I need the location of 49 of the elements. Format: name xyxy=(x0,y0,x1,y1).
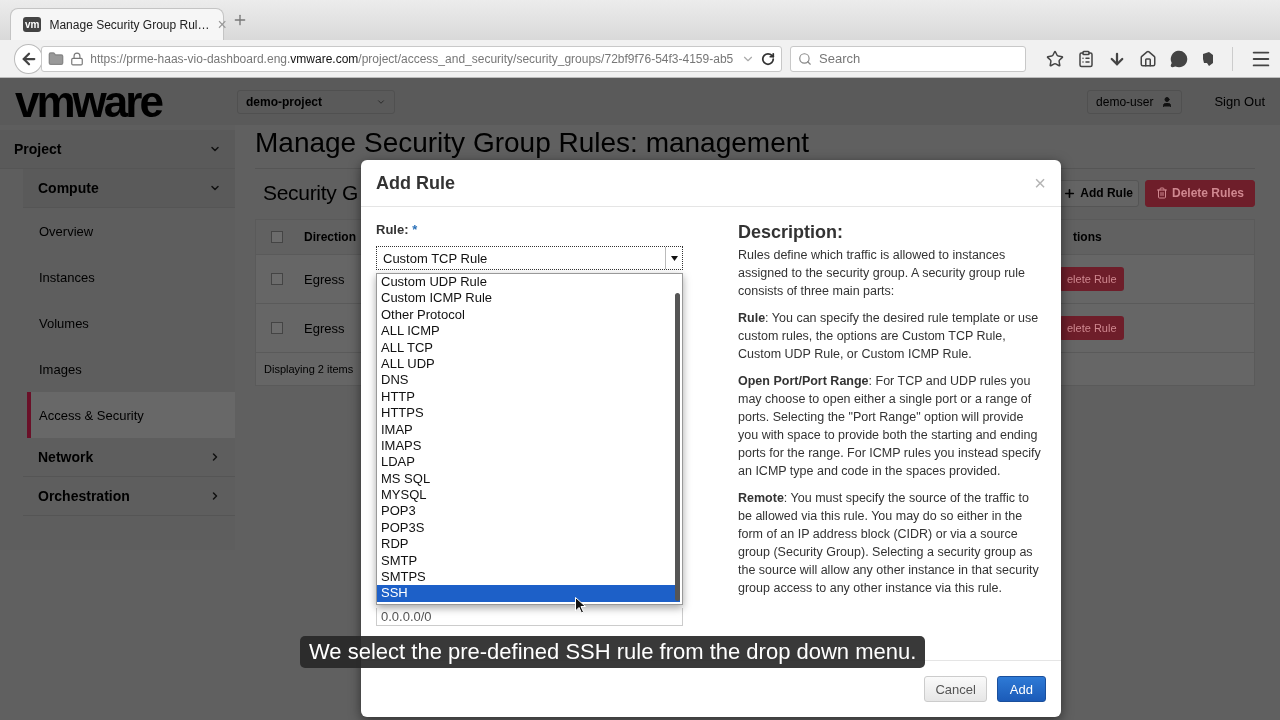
dropdown-option[interactable]: Custom ICMP Rule xyxy=(377,290,672,307)
dropdown-option[interactable]: HTTP xyxy=(377,388,672,406)
delete-rules-button[interactable]: Delete Rules xyxy=(1144,179,1255,207)
description-paragraph: Rule: You can specify the desired rule template or use custom rules, the options are Custom TCP Rule, Custom UDP Rule, or Custom ICMP Rule. xyxy=(738,310,1040,363)
add-button[interactable]: Add xyxy=(996,676,1046,702)
dropdown-option[interactable]: LDAP xyxy=(377,454,672,471)
description-paragraph: Rules define which traffic is allowed to instances assigned to the security group. A security group rule consists of three main parts: xyxy=(738,247,1026,300)
dropdown-option[interactable]: MYSQL xyxy=(377,487,672,504)
dropdown-option[interactable]: RDP xyxy=(377,536,672,553)
vmware-logo: vmware xyxy=(15,79,163,124)
rule-select[interactable]: Custom TCP Rule xyxy=(376,246,683,270)
dropdown-option[interactable]: Other Protocol xyxy=(377,306,672,324)
video-caption: We select the pre-defined SSH rule from the drop down menu. xyxy=(300,636,926,668)
delete-rule-button[interactable]: elete Rule xyxy=(1059,267,1124,291)
dropdown-option[interactable]: IMAP xyxy=(377,421,672,438)
column-header: Direction xyxy=(304,230,356,244)
table-cell: Egress xyxy=(304,271,345,287)
description-paragraph: Open Port/Port Range: For TCP and UDP rules you may choose to open either a single port or a range of ports. Selecting the "Port Range" option will provide you with space to provide both the starting and ending ports for the range. For ICMP rules you instead specify an ICMP type and code in the spaces provided. xyxy=(738,373,1042,480)
table-footer: Displaying 2 items xyxy=(256,353,362,385)
dialog-title: Add Rule xyxy=(376,172,455,194)
dropdown-option[interactable]: SSH xyxy=(377,585,680,602)
dropdown-option[interactable]: POP3 xyxy=(377,503,672,520)
cancel-button[interactable]: Cancel xyxy=(924,676,987,702)
delete-rule-button[interactable]: elete Rule xyxy=(1059,316,1124,340)
dropdown-option[interactable]: HTTPS xyxy=(377,405,672,422)
description-paragraph: Remote: You must specify the source of the traffic to be allowed via this rule. You may do so either in the form of an IP address block (CIDR) or via a source group (Security Group). Selecting a security group as the source will allow any other instance in that security group access to any other instance via this rule. xyxy=(738,490,1040,597)
dropdown-option[interactable]: MS SQL xyxy=(377,470,672,488)
table-cell: Egress xyxy=(304,320,345,336)
panel-title: Security G xyxy=(263,181,359,205)
browser-tab[interactable]: vm Manage Security Group Rul… × xyxy=(10,8,224,40)
dropdown-option[interactable]: Custom UDP Rule xyxy=(377,274,672,291)
dropdown-option[interactable]: SMTP xyxy=(377,552,672,570)
remote-field[interactable]: 0.0.0.0/0 xyxy=(376,608,683,626)
dropdown-option[interactable]: ALL ICMP xyxy=(377,323,672,340)
dropdown-option[interactable]: IMAPS xyxy=(377,437,672,455)
tab-title: Manage Security Group Rul… xyxy=(49,17,210,32)
column-header: tions xyxy=(1072,230,1102,244)
dropdown-option[interactable]: ALL TCP xyxy=(377,339,672,356)
search-field[interactable]: Search xyxy=(790,45,1026,72)
dropdown-option[interactable]: DNS xyxy=(377,372,672,389)
dropdown-option[interactable]: SMTPS xyxy=(377,569,672,586)
address-bar[interactable]: https://prme-haas-vio-dashboard.eng.vmware.com/project/access_and_security/security_groups/72bf9f76-54f3-4159-ab5 xyxy=(41,45,782,72)
dropdown-option[interactable]: ALL UDP xyxy=(377,355,672,373)
description-title: Description: xyxy=(738,222,844,243)
site-badge: vm xyxy=(23,17,42,32)
field-label: Rule: * xyxy=(376,222,418,238)
dropdown-option[interactable]: POP3S xyxy=(377,519,672,537)
sidebar-item[interactable]: Access & Security xyxy=(27,392,235,438)
url-text: https://prme-haas-vio-dashboard.eng.vmware.com/project/access_and_security/security_groups/72bf9f76-54f3-4159-ab5 xyxy=(90,51,735,66)
